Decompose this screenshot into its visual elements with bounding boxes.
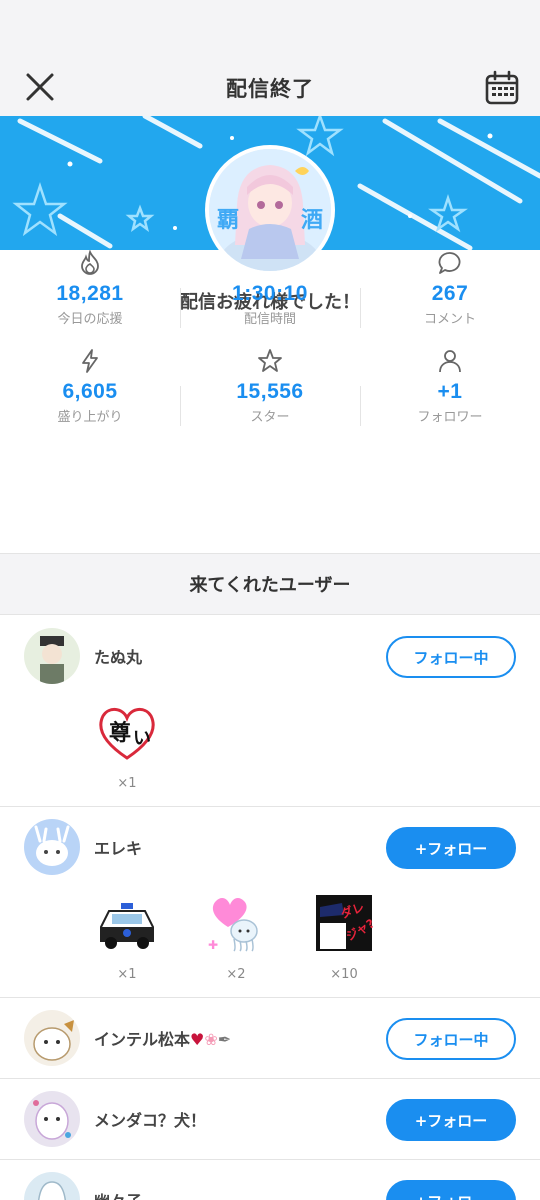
heart-stamp-icon: 尊 い	[99, 708, 155, 760]
list-item: エレキ +フォロー ×1 ✚ ×2 ダレ ジャ? ×10	[0, 807, 540, 998]
gift-count: ×10	[330, 967, 358, 982]
stat-label: スター	[250, 410, 290, 425]
gift-count: ×1	[117, 776, 137, 791]
gift-count: ×2	[226, 967, 246, 982]
close-icon[interactable]	[20, 70, 60, 106]
list-item: インテル松本♥❀✒ フォロー中	[0, 998, 540, 1079]
svg-text:覇: 覇	[217, 208, 239, 233]
gift-item: ✚ ×2	[201, 893, 271, 982]
calendar-icon[interactable]	[484, 70, 520, 106]
user-name[interactable]: インテル松本♥❀✒	[94, 1026, 231, 1050]
user-name[interactable]: メンダコ？犬！	[94, 1107, 206, 1131]
user-avatar-icon	[24, 1172, 80, 1200]
stat-value: +1	[437, 380, 463, 403]
follow-button[interactable]: +フォロー	[386, 827, 516, 869]
user-name[interactable]: 幽々子	[94, 1188, 142, 1200]
stat-value: 267	[431, 282, 469, 305]
stat-label: フォロワー	[417, 410, 483, 425]
nav-bar: 配信終了	[0, 60, 540, 116]
following-button[interactable]: フォロー中	[386, 1018, 516, 1060]
stat-value: 1:30:10	[232, 282, 308, 305]
visitors-heading: 来てくれたユーザー	[0, 553, 540, 615]
stat-label: コメント	[423, 312, 476, 327]
flame-icon	[81, 250, 99, 275]
stat-label: 配信時間	[243, 312, 296, 327]
svg-text:✚: ✚	[208, 938, 218, 952]
avatar[interactable]	[24, 819, 80, 875]
user-avatar-icon	[24, 1010, 80, 1066]
gift-item: ×1	[92, 893, 162, 982]
avatar[interactable]	[24, 1091, 80, 1147]
user-name[interactable]: たぬ丸	[94, 644, 142, 668]
status-bar	[0, 0, 540, 60]
person-icon	[439, 350, 461, 373]
list-item: メンダコ？犬！ +フォロー	[0, 1079, 540, 1160]
stat-excitement: 6,605 盛り上がり	[0, 348, 180, 446]
list-item: たぬ丸 フォロー中 尊 い ×1	[0, 616, 540, 807]
stat-value: 18,281	[56, 282, 124, 305]
list-item: 幽々子 +フォロー	[0, 1160, 540, 1200]
stats-grid: 18,281 今日の応援 1:30:10 配信時間 267 コメント 6,605…	[0, 250, 540, 446]
visitor-list: たぬ丸 フォロー中 尊 い ×1 エレキ +フォロー ×1 ✚ ×2 ダレ ジャ…	[0, 616, 540, 1200]
stat-label: 今日の応援	[57, 312, 123, 327]
anime-girl-avatar-icon: 覇 酒	[209, 149, 331, 271]
stat-comments: 267 コメント	[360, 250, 540, 348]
svg-text:尊: 尊	[109, 720, 131, 746]
brain-emoji-icon: ❀	[204, 1030, 218, 1049]
gift-count: ×1	[117, 967, 137, 982]
comment-icon	[438, 252, 461, 274]
follow-button[interactable]: +フォロー	[386, 1099, 516, 1141]
user-avatar-icon	[24, 819, 80, 875]
gift-item: 尊 い ×1	[92, 702, 162, 791]
stat-support: 18,281 今日の応援	[0, 250, 180, 348]
police-sticker-icon: ダレ ジャ?	[316, 895, 377, 951]
stat-stars: 15,556 スター	[180, 348, 360, 446]
user-avatar-icon	[24, 1091, 80, 1147]
gift-item: ダレ ジャ? ×10	[309, 893, 379, 982]
stat-value: 15,556	[236, 380, 304, 403]
knife-emoji-icon: ✒	[217, 1030, 232, 1049]
svg-text:酒: 酒	[301, 208, 323, 233]
stat-followers: +1 フォロワー	[360, 348, 540, 446]
section-title: 来てくれたユーザー	[189, 575, 351, 596]
stat-value: 6,605	[62, 380, 118, 403]
police-car-icon	[100, 903, 154, 949]
stat-label: 盛り上がり	[57, 410, 123, 425]
star-icon	[258, 349, 282, 372]
heart-emoji-icon: ♥	[190, 1030, 205, 1049]
streamer-avatar: 覇 酒	[205, 145, 335, 275]
jellyfish-heart-icon: ✚	[208, 898, 258, 952]
avatar[interactable]	[24, 1010, 80, 1066]
follow-button[interactable]: +フォロー	[386, 1180, 516, 1200]
user-avatar-icon	[24, 628, 80, 684]
avatar[interactable]	[24, 628, 80, 684]
following-button[interactable]: フォロー中	[386, 636, 516, 678]
page-title: 配信終了	[226, 77, 314, 101]
user-name[interactable]: エレキ	[94, 835, 142, 859]
avatar[interactable]	[24, 1172, 80, 1200]
svg-text:い: い	[133, 728, 151, 749]
lightning-icon	[82, 349, 98, 373]
